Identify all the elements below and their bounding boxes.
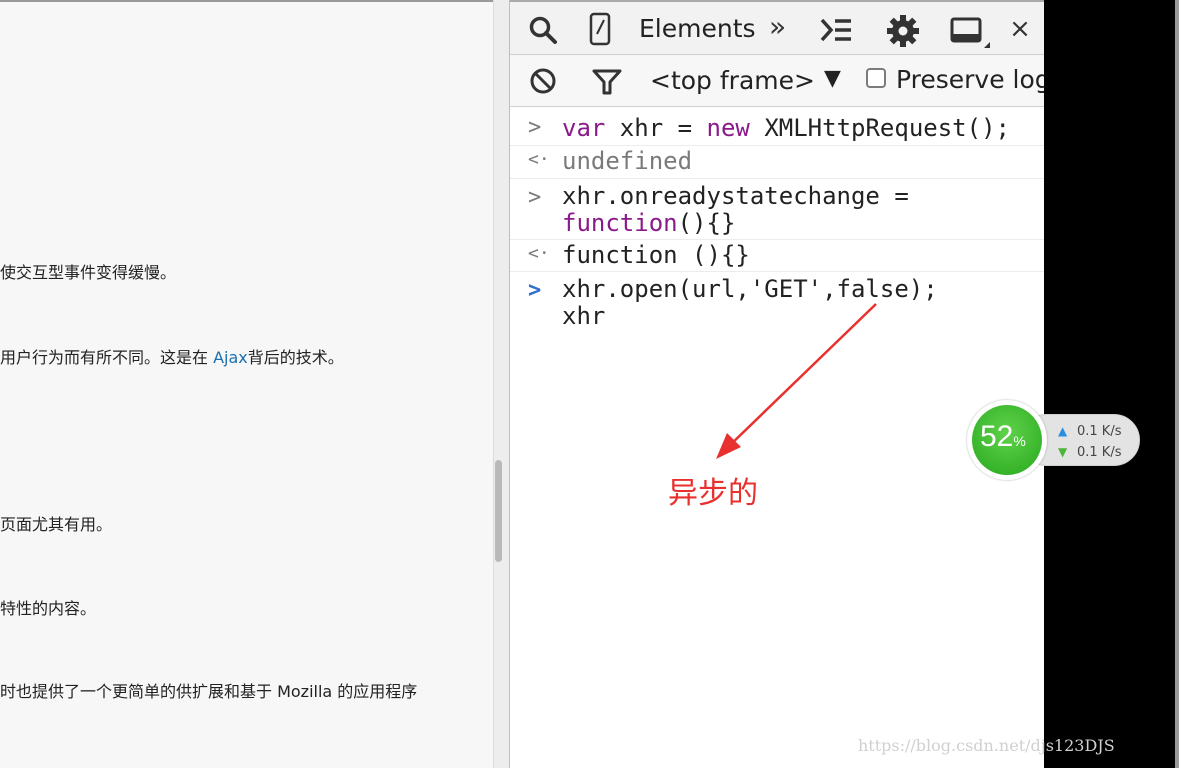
more-tabs-button[interactable]: » bbox=[769, 10, 786, 43]
console-input[interactable]: xhr.open(url,'GET',false); bbox=[562, 274, 938, 304]
page-text-line: 用户行为而有所不同。这是在 Ajax背后的技术。 bbox=[0, 344, 344, 368]
close-devtools-button[interactable]: × bbox=[1008, 12, 1032, 46]
console-result: function (){} bbox=[562, 241, 750, 269]
input-prompt-icon: > bbox=[528, 278, 542, 303]
code-text: (){} bbox=[677, 209, 736, 237]
code-text: xhr = bbox=[605, 114, 707, 142]
console-input[interactable]: xhr bbox=[562, 301, 605, 331]
input-prompt-icon: > bbox=[528, 185, 542, 210]
device-mode-icon[interactable] bbox=[586, 10, 614, 48]
download-speed: 0.1 K/s bbox=[1077, 445, 1122, 460]
annotation-label: 异步的 bbox=[668, 476, 758, 511]
upload-speed: 0.1 K/s bbox=[1077, 424, 1122, 439]
console-drawer-icon[interactable] bbox=[818, 14, 854, 46]
console-code: function(){} bbox=[562, 208, 735, 238]
filter-icon[interactable] bbox=[590, 67, 624, 97]
page-text-line: 页面尤其有用。 bbox=[0, 515, 113, 534]
memory-usage-percent: 52% bbox=[980, 420, 1026, 454]
desktop-background bbox=[1044, 0, 1175, 768]
result-prompt-icon: <· bbox=[528, 243, 550, 264]
clear-console-icon[interactable] bbox=[528, 66, 558, 96]
tab-elements[interactable]: Elements bbox=[639, 14, 756, 43]
code-keyword: new bbox=[706, 114, 750, 142]
code-keyword: var bbox=[562, 114, 606, 142]
console-result: undefined bbox=[562, 147, 693, 175]
percent-sign: % bbox=[1013, 433, 1026, 449]
devtools-toolbar: Elements » × bbox=[510, 0, 1044, 55]
devtools-panel: Elements » × <top frame> ▼ Preserve log … bbox=[509, 0, 1044, 768]
chevron-down-icon[interactable]: ▼ bbox=[824, 66, 841, 91]
search-icon[interactable] bbox=[526, 12, 560, 48]
gear-icon[interactable] bbox=[884, 12, 922, 50]
page-text-line: 时也提供了一个更简单的供扩展和基于 Mozilla 的应用程序 bbox=[0, 682, 418, 701]
page-text-line: 特性的内容。 bbox=[0, 599, 97, 618]
watermark: https://blog.csdn.net/djs123DJS bbox=[858, 736, 1115, 755]
page-text-line: 使交互型事件变得缓慢。 bbox=[0, 263, 177, 282]
console-code: var xhr = new XMLHttpRequest(); bbox=[562, 113, 1010, 143]
web-page-content: 使交互型事件变得缓慢。 用户行为而有所不同。这是在 Ajax背后的技术。 页面尤… bbox=[0, 0, 493, 768]
code-text: XMLHttpRequest(); bbox=[749, 114, 1010, 142]
download-arrow-icon: ▼ bbox=[1058, 445, 1068, 459]
ajax-link[interactable]: Ajax bbox=[213, 348, 248, 367]
window-edge bbox=[1175, 0, 1179, 768]
percent-value: 52 bbox=[980, 420, 1014, 453]
preserve-log-checkbox[interactable] bbox=[866, 68, 886, 88]
console-prompt-row[interactable]: > xhr.open(url,'GET',false); xhr bbox=[510, 272, 1044, 338]
page-text-segment: 背后的技术。 bbox=[247, 348, 344, 367]
input-prompt-icon: > bbox=[528, 115, 542, 140]
page-scrollbar-track[interactable] bbox=[493, 0, 509, 768]
frame-select[interactable]: <top frame> bbox=[650, 66, 815, 95]
page-scrollbar-thumb[interactable] bbox=[495, 460, 502, 562]
console-code: xhr.onreadystatechange = bbox=[562, 182, 909, 210]
result-prompt-icon: <· bbox=[528, 149, 550, 170]
console-result-row: <· function (){} bbox=[510, 240, 1044, 272]
page-text-segment: 用户行为而有所不同。这是在 bbox=[0, 348, 214, 367]
upload-arrow-icon: ▲ bbox=[1058, 424, 1068, 438]
dock-side-icon[interactable] bbox=[950, 16, 992, 50]
console-input-row: > var xhr = new XMLHttpRequest(); bbox=[510, 107, 1044, 146]
preserve-log-label: Preserve log bbox=[896, 65, 1044, 94]
console-result-row: <· undefined bbox=[510, 146, 1044, 179]
console-input-row: > xhr.onreadystatechange = function(){} bbox=[510, 179, 1044, 240]
code-keyword: function bbox=[562, 209, 678, 237]
